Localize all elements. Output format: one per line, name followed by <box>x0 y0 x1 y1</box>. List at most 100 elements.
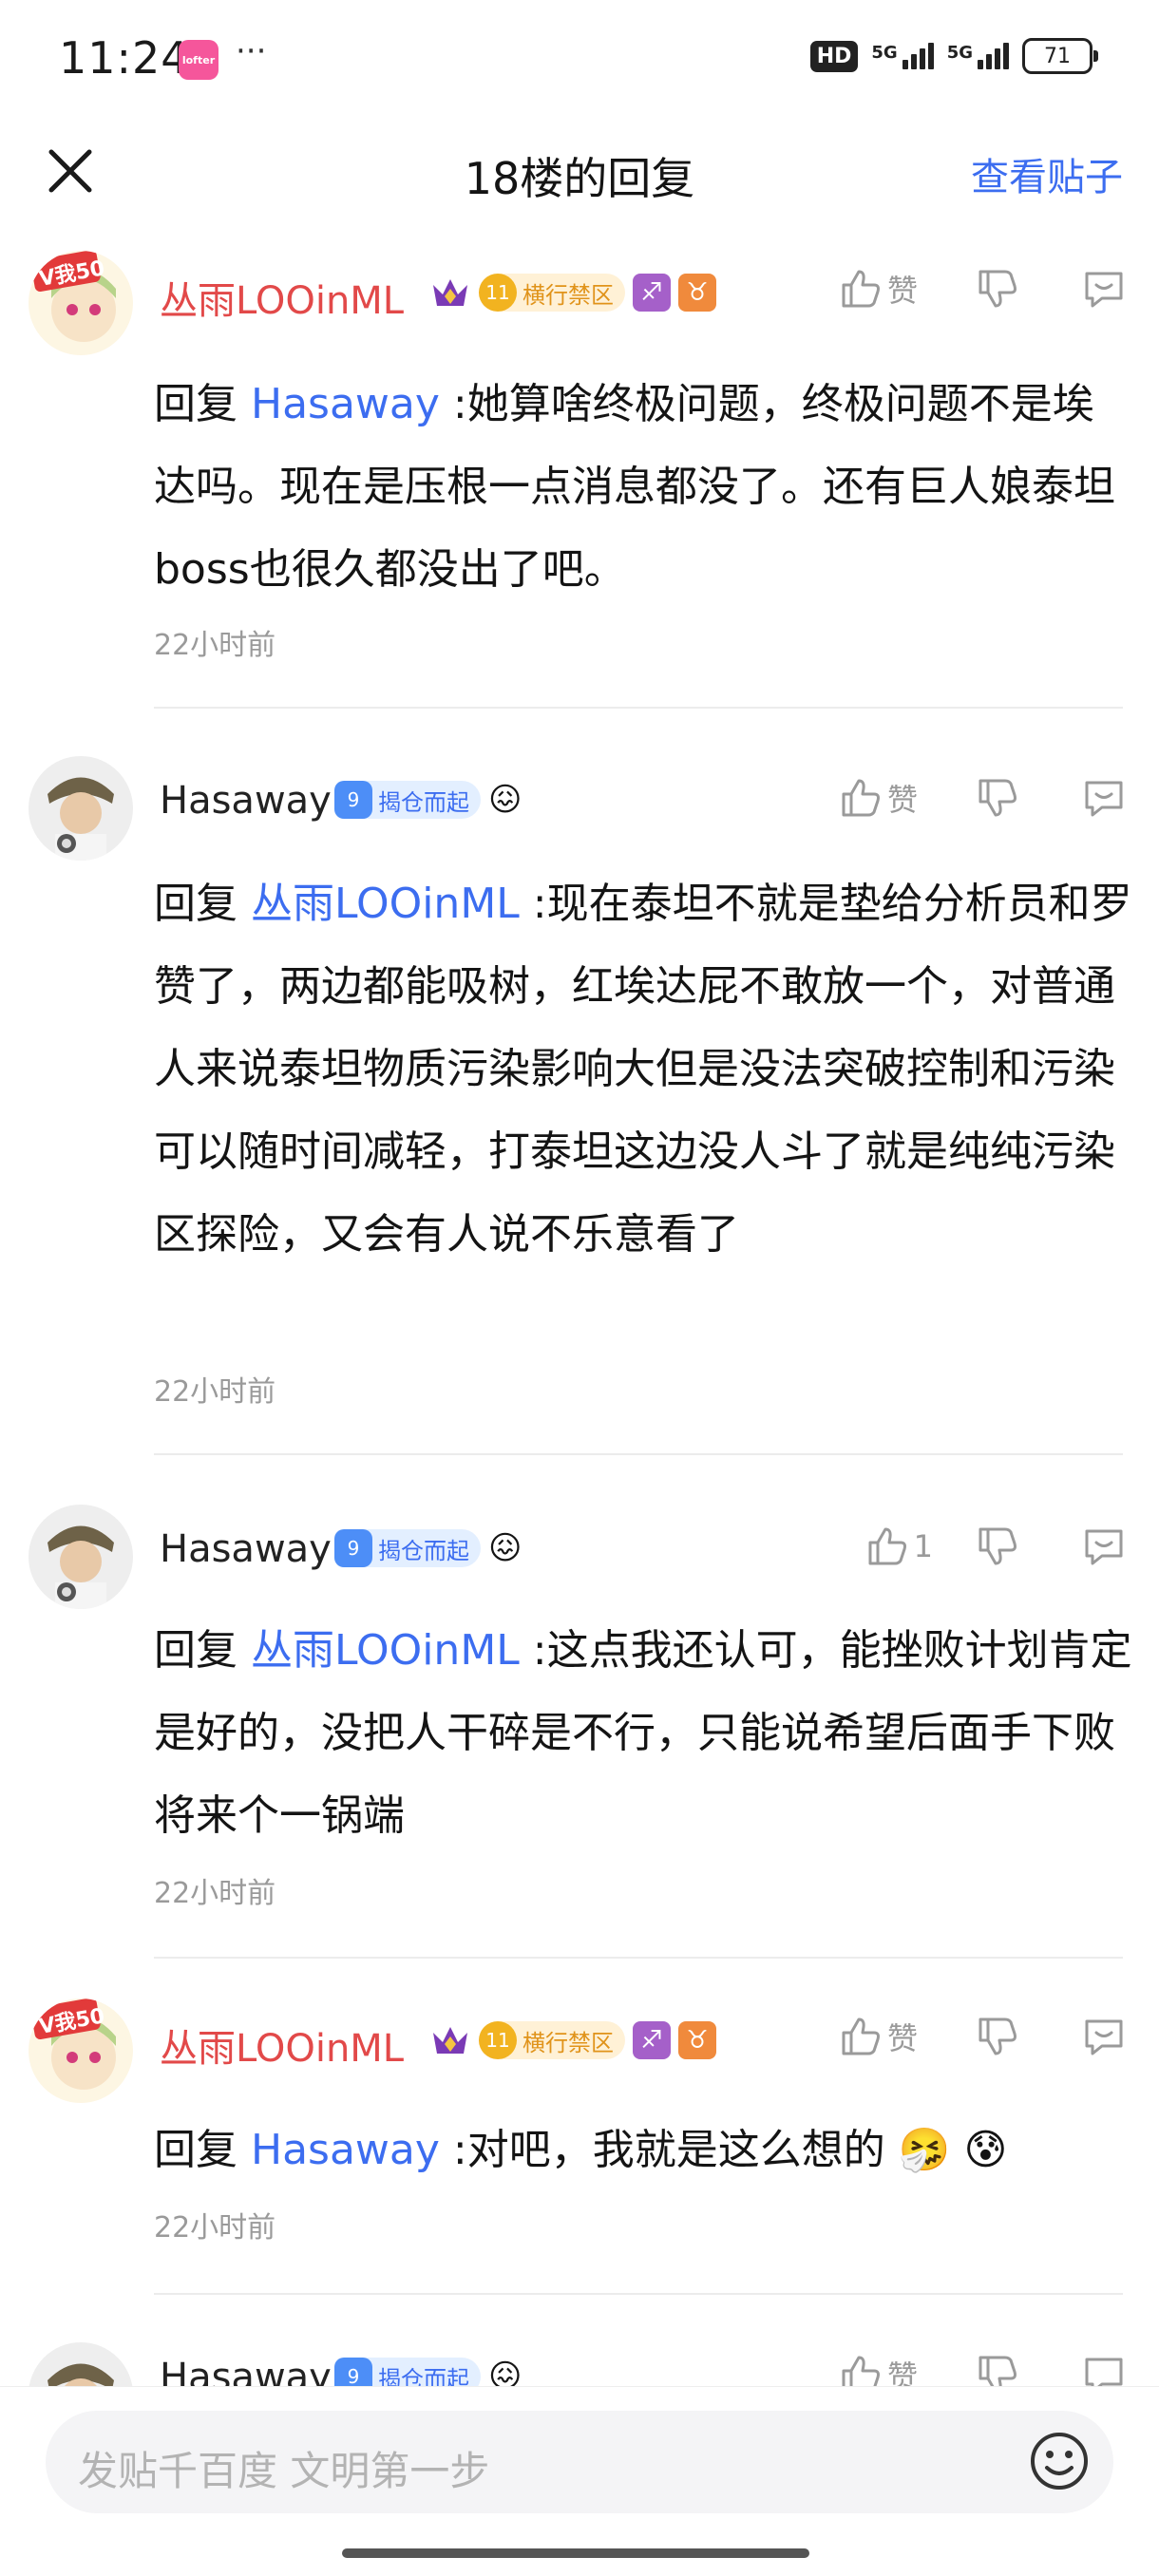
mention-link[interactable]: Hasaway <box>251 2126 440 2174</box>
user-badges: 9 揭仓而起 😖 <box>334 781 522 819</box>
reply-item: Hasaway 9 揭仓而起 😖 赞 回复 丛雨LOOinML :现在泰坦不就是垫… <box>0 731 1159 1455</box>
comment-bubble-icon <box>1085 781 1123 817</box>
like-count: 1 <box>913 1528 933 1564</box>
network-label-1: 5G <box>871 43 898 63</box>
username[interactable]: Hasaway <box>160 2356 332 2386</box>
comment-button[interactable] <box>1081 775 1127 821</box>
dislike-button[interactable] <box>975 775 1020 821</box>
like-button[interactable]: 赞 <box>838 2352 942 2386</box>
like-button[interactable]: 赞 <box>838 775 942 821</box>
divider <box>154 707 1123 709</box>
mention-link[interactable]: 丛雨LOOinML <box>251 1626 520 1675</box>
reply-prefix: 回复 <box>154 380 238 428</box>
timestamp: 22小时前 <box>154 1877 276 1910</box>
dislike-button[interactable] <box>975 2352 1020 2386</box>
thumbs-down-icon <box>978 2356 1016 2386</box>
reply-input-placeholder: 发贴千百度 文明第一步 <box>78 2448 490 2494</box>
avatar[interactable] <box>28 756 133 861</box>
level-badge: 9 揭仓而起 <box>334 781 481 819</box>
username[interactable]: Hasaway <box>160 779 332 823</box>
divider <box>154 1957 1123 1959</box>
comment-button[interactable] <box>1081 266 1127 312</box>
dislike-button[interactable] <box>975 2014 1020 2059</box>
signal-icon-1: 5G <box>871 43 934 69</box>
thumbs-up-icon <box>842 2356 880 2386</box>
comment-bubble-icon <box>1085 2019 1123 2055</box>
reply-actions: 1 <box>838 1524 1127 1569</box>
more-notifications-icon: ··· <box>236 32 267 70</box>
dislike-button[interactable] <box>975 1524 1020 1569</box>
bottom-bar: 发贴千百度 文明第一步 <box>0 2386 1159 2576</box>
hd-icon: HD <box>809 40 859 72</box>
divider <box>154 1453 1123 1455</box>
vip-crown-icon <box>433 279 467 306</box>
username[interactable]: 丛雨LOOinML <box>160 2017 404 2073</box>
like-count: 赞 <box>887 2358 919 2386</box>
reply-prefix: 回复 <box>154 2126 238 2174</box>
thumbs-up-icon <box>868 1527 906 1565</box>
reply-prefix: 回复 <box>154 1626 238 1675</box>
reply-item: Hasaway 9 揭仓而起 😖 赞 <box>0 2318 1159 2386</box>
mention-link[interactable]: Hasaway <box>251 380 440 428</box>
level-title: 横行禁区 <box>522 281 614 309</box>
like-button[interactable]: 赞 <box>838 266 942 312</box>
emoji-icon[interactable] <box>1026 2428 1092 2494</box>
reply-text: :现在泰坦不就是垫给分析员和罗赞了，两边都能吸树，红埃达屁不敢放一个，对普通人来… <box>154 880 1132 1259</box>
signal-icon-2: 5G <box>947 43 1009 69</box>
comment-button[interactable] <box>1081 1524 1127 1569</box>
comment-bubble-icon <box>1085 2358 1123 2386</box>
fire-face-icon: 😖 <box>488 2358 522 2386</box>
level-number: 11 <box>479 274 517 312</box>
like-button[interactable]: 赞 <box>838 2014 942 2059</box>
avatar[interactable]: V我50 <box>28 251 133 355</box>
comment-button[interactable] <box>1081 2352 1127 2386</box>
level-title: 揭仓而起 <box>378 788 469 816</box>
mention-link[interactable]: 丛雨LOOinML <box>251 880 520 928</box>
avatar[interactable]: V我50 <box>28 1998 133 2103</box>
user-badges: 9 揭仓而起 😖 <box>334 2358 522 2386</box>
level-badge: 9 揭仓而起 <box>334 1529 481 1567</box>
reply-content: 回复 Hasaway :她算啥终极问题，终极问题不是埃达吗。现在是压根一点消息都… <box>154 363 1132 611</box>
user-badges: 11 横行禁区 ♐ ♉ <box>429 2019 716 2061</box>
comment-button[interactable] <box>1081 2014 1127 2059</box>
username[interactable]: Hasaway <box>160 1527 332 1571</box>
level-badge: 9 揭仓而起 <box>334 2358 481 2386</box>
comment-bubble-icon <box>1085 1529 1123 1565</box>
timestamp: 22小时前 <box>154 1375 276 1409</box>
home-indicator[interactable] <box>342 2548 809 2558</box>
like-button[interactable]: 1 <box>838 1524 942 1569</box>
lofter-app-icon: lofter <box>179 40 218 80</box>
level-number: 9 <box>334 1529 372 1567</box>
reply-input[interactable]: 发贴千百度 文明第一步 <box>46 2411 1113 2513</box>
avatar[interactable] <box>28 1505 133 1609</box>
status-right-group: HD 5G 5G 71 <box>809 38 1098 74</box>
status-time: 11:24 <box>59 32 190 84</box>
view-post-button[interactable]: 查看贴子 <box>971 146 1123 201</box>
vip-crown-icon <box>433 2027 467 2054</box>
reply-actions: 赞 <box>838 775 1127 821</box>
level-title: 揭仓而起 <box>378 2365 469 2387</box>
battery-icon: 71 <box>1022 38 1098 74</box>
reply-prefix: 回复 <box>154 880 238 928</box>
reply-actions: 赞 <box>838 2352 1127 2386</box>
level-title: 横行禁区 <box>522 2029 614 2056</box>
thumbs-down-icon <box>978 2017 1016 2055</box>
reply-content: 回复 丛雨LOOinML :这点我还认可，能挫败计划肯定是好的，没把人干碎是不行… <box>154 1609 1132 1857</box>
dislike-button[interactable] <box>975 266 1020 312</box>
level-badge: 11 横行禁区 <box>479 2021 625 2059</box>
status-bar: 11:24 lofter ··· HD 5G 5G 71 <box>0 0 1159 114</box>
level-badge: 11 横行禁区 <box>479 274 625 312</box>
lofter-app-label: lofter <box>181 53 216 66</box>
timestamp: 22小时前 <box>154 2211 276 2245</box>
taurus-icon: ♉ <box>678 2021 716 2059</box>
thumbs-down-icon <box>978 779 1016 817</box>
avatar[interactable] <box>28 2342 133 2386</box>
reply-content: 回复 Hasaway :对吧，我就是这么想的 🤧 😰 <box>154 2109 1132 2191</box>
fire-face-icon: 😖 <box>488 1529 522 1567</box>
username[interactable]: 丛雨LOOinML <box>160 270 404 325</box>
user-badges: 11 横行禁区 ♐ ♉ <box>429 272 716 313</box>
reply-text: :对吧，我就是这么想的 🤧 😰 <box>439 2126 1008 2174</box>
thumbs-up-icon <box>842 2017 880 2055</box>
header: 18楼的回复 查看贴子 <box>0 114 1159 232</box>
thumbs-up-icon <box>842 270 880 308</box>
